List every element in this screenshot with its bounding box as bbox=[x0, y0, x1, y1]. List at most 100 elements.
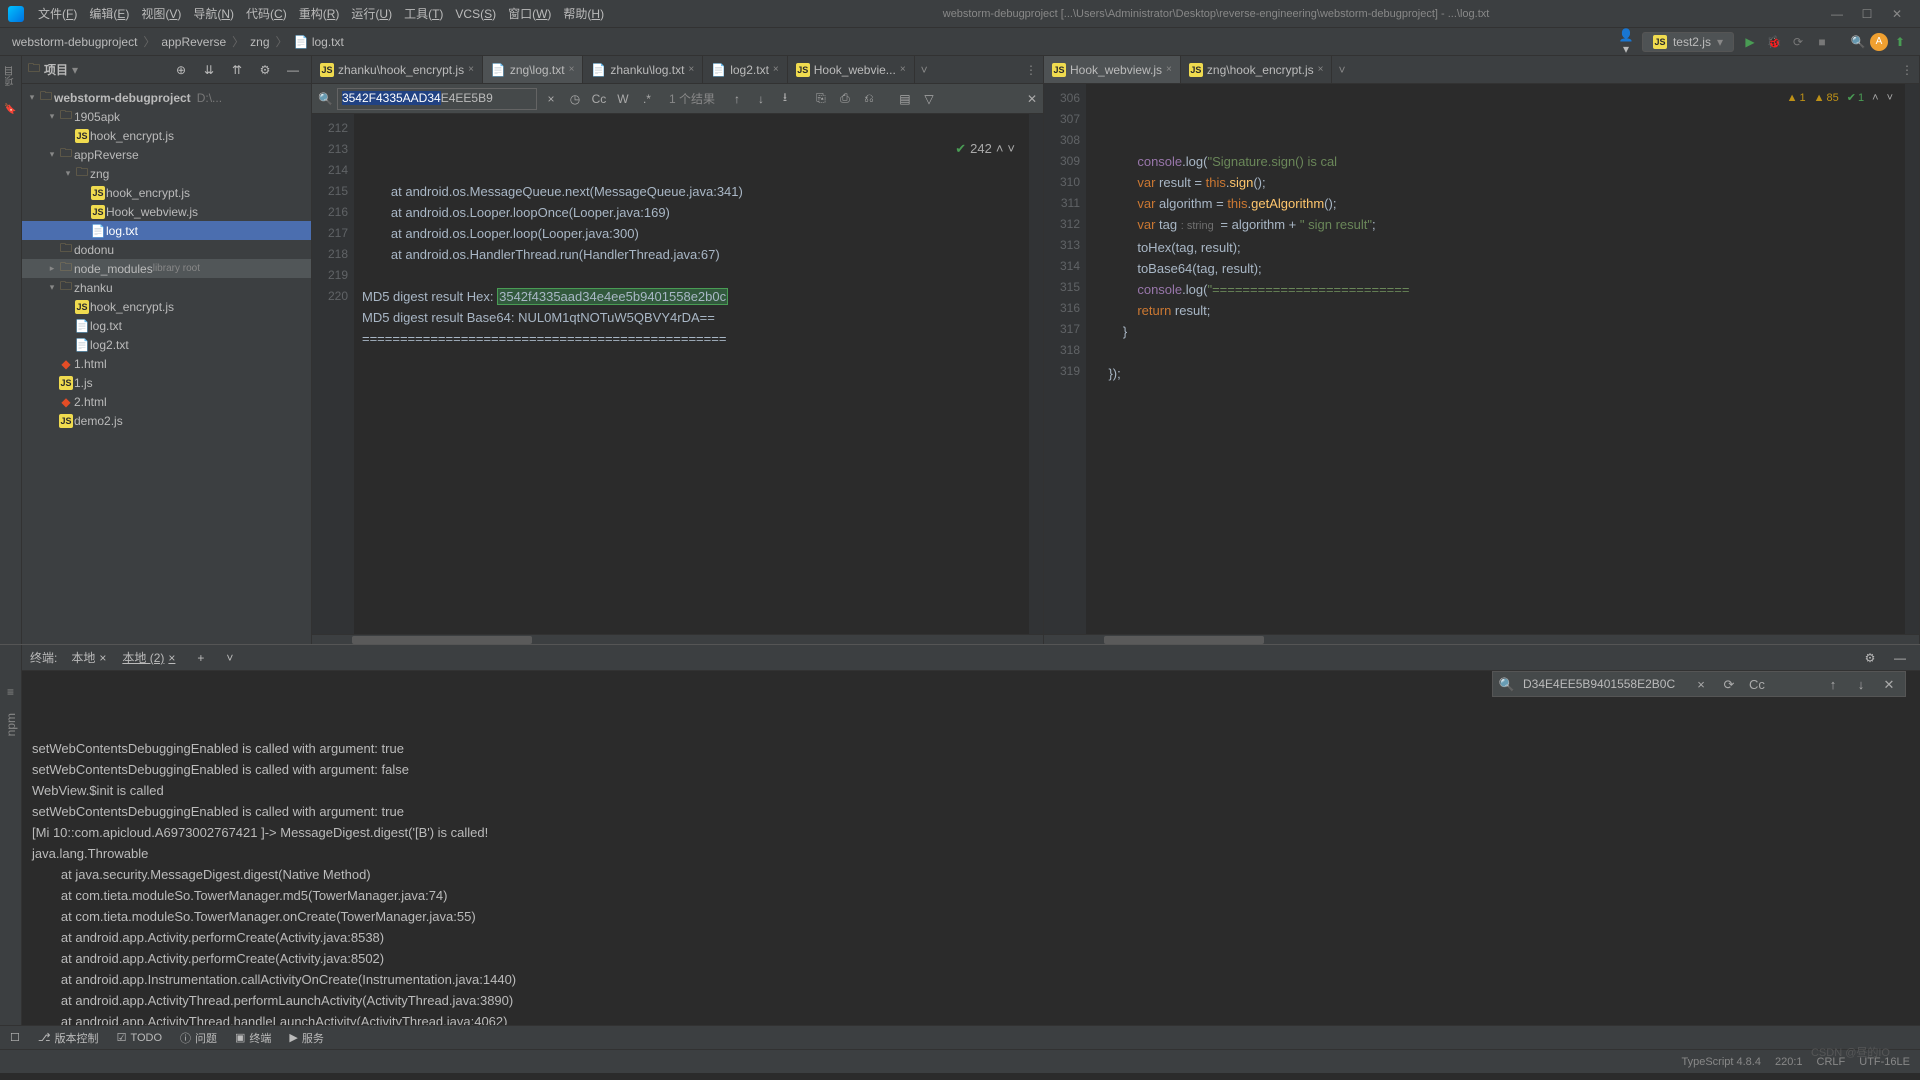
tabs-overflow-icon[interactable]: ˅ bbox=[915, 63, 934, 77]
term-match-case-icon[interactable]: Cc bbox=[1747, 674, 1767, 695]
menu-item[interactable]: 重构(R) bbox=[293, 7, 346, 21]
term-search-history-icon[interactable]: ⟳ bbox=[1719, 674, 1739, 695]
breadcrumb-item[interactable]: zng bbox=[246, 35, 273, 49]
term-search-close-icon[interactable]: × bbox=[1691, 674, 1711, 695]
bookmarks-icon[interactable]: 🔖 bbox=[4, 104, 16, 115]
tree-item[interactable]: ◆ 1.html bbox=[22, 354, 311, 373]
tree-item[interactable]: JS Hook_webview.js bbox=[22, 202, 311, 221]
tool-window-button[interactable]: ▶服务 bbox=[289, 1030, 323, 1046]
tool-window-button[interactable]: ⓘ问题 bbox=[180, 1030, 217, 1046]
find-next-icon[interactable]: ↓ bbox=[751, 92, 771, 106]
tree-item[interactable]: ▾🗀 appReverse bbox=[22, 145, 311, 164]
editor-tab[interactable]: JSzhanku\hook_encrypt.js× bbox=[312, 56, 483, 84]
terminal-settings-icon[interactable]: ⚙ bbox=[1861, 651, 1879, 665]
tree-item[interactable]: 📄 log.txt bbox=[22, 316, 311, 335]
tab-close-icon[interactable]: × bbox=[569, 64, 575, 75]
tabs-menu-icon[interactable]: ⋮ bbox=[1019, 63, 1043, 77]
tree-item[interactable]: ▾🗀 1905apk bbox=[22, 107, 311, 126]
code-area[interactable]: ✔242 ˄˅ at android.os.MessageQueue.next(… bbox=[354, 114, 1029, 634]
find-input[interactable]: 3542F4335AAD34E4EE5B9 bbox=[337, 88, 537, 110]
status-position[interactable]: 220:1 bbox=[1775, 1056, 1803, 1068]
hide-icon[interactable]: — bbox=[284, 63, 302, 77]
terminal-tab[interactable]: 本地 (2) × bbox=[114, 647, 183, 668]
close-button[interactable]: ✕ bbox=[1882, 7, 1912, 21]
maximize-button[interactable]: ☐ bbox=[1852, 7, 1882, 21]
menu-item[interactable]: 工具(T) bbox=[398, 7, 449, 21]
expand-all-icon[interactable]: ⇊ bbox=[200, 63, 218, 77]
tabs-menu-icon[interactable]: ⋮ bbox=[1895, 63, 1919, 77]
search-everywhere-icon[interactable]: 🔍 bbox=[1849, 35, 1867, 49]
coverage-button[interactable]: ⟳ bbox=[1789, 35, 1807, 49]
match-case-icon[interactable]: Cc bbox=[589, 92, 609, 106]
avatar-icon[interactable]: A bbox=[1870, 33, 1888, 51]
tree-item[interactable]: ▾🗀 zng bbox=[22, 164, 311, 183]
menu-item[interactable]: 文件(F) bbox=[32, 7, 83, 21]
tree-item[interactable]: JS demo2.js bbox=[22, 411, 311, 430]
menu-item[interactable]: 编辑(E) bbox=[83, 7, 135, 21]
toggle-in-selection-icon[interactable]: ▤ bbox=[895, 92, 915, 106]
inspection-badges[interactable]: ▲1 ▲85 ✔1 ˄˅ bbox=[1787, 88, 1893, 109]
find-close-icon[interactable]: ✕ bbox=[1027, 92, 1037, 106]
menu-item[interactable]: 运行(U) bbox=[345, 7, 398, 21]
regex-icon[interactable]: .* bbox=[637, 92, 657, 106]
tree-root[interactable]: ▾ 🗀 webstorm-debugproject D:\... bbox=[22, 88, 311, 107]
tool-window-button[interactable]: ▣终端 bbox=[235, 1030, 271, 1046]
fold-indicator[interactable]: ✔242 ˄˅ bbox=[955, 138, 1015, 159]
find-prev-icon[interactable]: ↑ bbox=[727, 92, 747, 106]
tool-window-button[interactable]: ⎇版本控制 bbox=[38, 1030, 99, 1046]
editor-tab[interactable]: JSHook_webvie...× bbox=[788, 56, 915, 84]
tree-item[interactable]: ▾🗀 zhanku bbox=[22, 278, 311, 297]
tool-window-button[interactable]: ☑TODO bbox=[117, 1030, 162, 1046]
remove-occ-icon[interactable]: ⎌ bbox=[859, 91, 879, 106]
menu-item[interactable]: 代码(C) bbox=[240, 7, 293, 21]
words-icon[interactable]: W bbox=[613, 92, 633, 106]
add-selection-icon[interactable]: ⎘ bbox=[811, 91, 831, 106]
stop-button[interactable]: ■ bbox=[1813, 35, 1831, 49]
tab-close-icon[interactable]: × bbox=[688, 64, 694, 75]
settings-icon[interactable]: ⚙ bbox=[256, 63, 274, 77]
code-area[interactable]: ▲1 ▲85 ✔1 ˄˅ console.log("Signature.sign… bbox=[1086, 84, 1905, 634]
project-tree[interactable]: ▾ 🗀 webstorm-debugproject D:\... ▾🗀 1905… bbox=[22, 84, 311, 644]
run-config-selector[interactable]: JStest2.js▾ bbox=[1642, 32, 1734, 52]
term-prev-icon[interactable]: ↑ bbox=[1823, 674, 1843, 695]
clear-find-icon[interactable]: × bbox=[541, 92, 561, 106]
tree-item[interactable]: ◆ 2.html bbox=[22, 392, 311, 411]
menu-item[interactable]: 视图(V) bbox=[135, 7, 187, 21]
tab-close-icon[interactable]: × bbox=[773, 64, 779, 75]
breadcrumb-item[interactable]: appReverse bbox=[157, 35, 230, 49]
locate-icon[interactable]: ⊕ bbox=[172, 63, 190, 77]
status-typescript[interactable]: TypeScript 4.8.4 bbox=[1681, 1056, 1761, 1068]
tool-window-button[interactable]: ☐ bbox=[10, 1031, 20, 1044]
terminal-tab[interactable]: 本地 × bbox=[63, 647, 114, 668]
find-history-icon[interactable]: ◷ bbox=[565, 92, 585, 106]
run-button[interactable]: ▶ bbox=[1741, 35, 1759, 49]
editor-tab[interactable]: 📄zng\log.txt× bbox=[483, 56, 584, 84]
terminal-add-button[interactable]: + bbox=[189, 649, 212, 667]
structure-icon[interactable]: ≡ bbox=[7, 685, 14, 699]
hscrollbar[interactable] bbox=[1044, 634, 1919, 644]
menu-item[interactable]: 帮助(H) bbox=[557, 7, 610, 21]
tree-item[interactable]: ▸🗀 node_modules library root bbox=[22, 259, 311, 278]
tab-close-icon[interactable]: × bbox=[1166, 64, 1172, 75]
menu-item[interactable]: 窗口(W) bbox=[502, 7, 557, 21]
terminal-output[interactable]: 🔍 × ⟳ Cc ↑ ↓ ✕ setWebContentsDebuggingEn… bbox=[22, 671, 1920, 1025]
editor-tab[interactable]: 📄log2.txt× bbox=[703, 56, 788, 84]
tree-item[interactable]: JS hook_encrypt.js bbox=[22, 297, 311, 316]
find-select-all-icon[interactable]: ⭳ bbox=[775, 88, 795, 109]
editor-body-left[interactable]: 212213214215216217218219220 ✔242 ˄˅ at a… bbox=[312, 114, 1043, 634]
terminal-dropdown-icon[interactable]: ˅ bbox=[218, 649, 241, 667]
tab-close-icon[interactable]: × bbox=[468, 64, 474, 75]
menu-item[interactable]: VCS(S) bbox=[449, 7, 502, 21]
npm-icon[interactable]: npm bbox=[4, 713, 18, 736]
terminal-hide-icon[interactable]: — bbox=[1891, 651, 1909, 665]
breadcrumb-item[interactable]: webstorm-debugproject bbox=[8, 35, 141, 49]
terminal-search-input[interactable] bbox=[1523, 677, 1683, 691]
editor-tab[interactable]: 📄zhanku\log.txt× bbox=[583, 56, 703, 84]
collapse-all-icon[interactable]: ⇈ bbox=[228, 63, 246, 77]
tree-item[interactable]: 📄 log.txt bbox=[22, 221, 311, 240]
tabs-overflow-icon[interactable]: ˅ bbox=[1332, 63, 1351, 77]
breadcrumb-item[interactable]: 📄 log.txt bbox=[290, 35, 348, 49]
tree-item[interactable]: JS hook_encrypt.js bbox=[22, 183, 311, 202]
user-icon[interactable]: 👤▾ bbox=[1617, 28, 1635, 56]
editor-tab[interactable]: JSzng\hook_encrypt.js× bbox=[1181, 56, 1333, 84]
